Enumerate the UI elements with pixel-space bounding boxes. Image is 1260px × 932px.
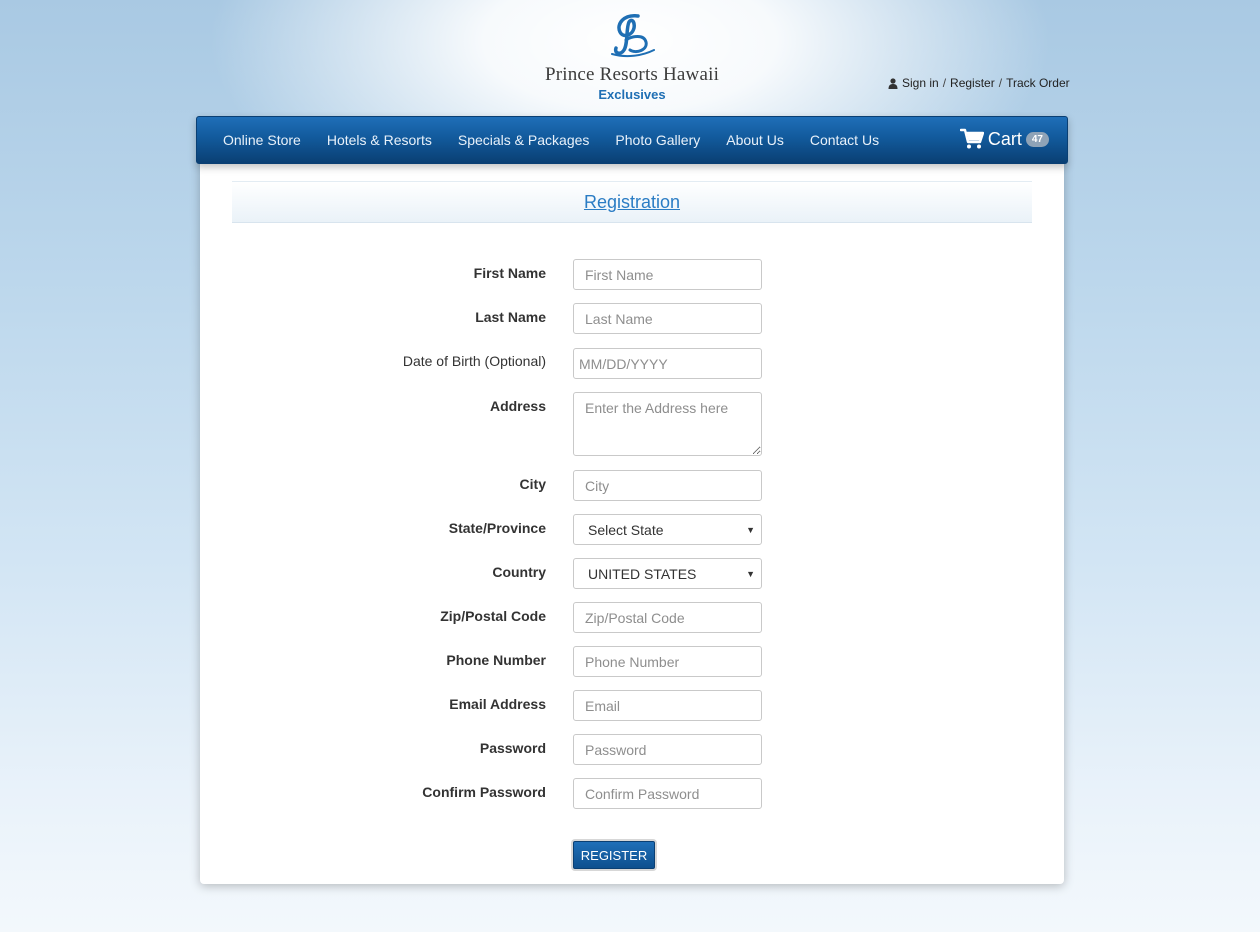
- phone-input[interactable]: [573, 646, 762, 677]
- email-label: Email Address: [449, 696, 546, 712]
- country-select[interactable]: UNITED STATES ▼: [573, 558, 762, 589]
- country-label: Country: [492, 564, 546, 580]
- nav-item-about-us[interactable]: About Us: [726, 132, 784, 148]
- account-separator: /: [998, 76, 1003, 90]
- registration-panel: Registration First Name Last Name Date o…: [200, 160, 1064, 884]
- dob-label: Date of Birth (Optional): [402, 353, 546, 369]
- zip-input[interactable]: [573, 602, 762, 633]
- user-icon: [888, 77, 898, 89]
- dob-input[interactable]: [573, 348, 762, 379]
- account-separator: /: [942, 76, 947, 90]
- city-label: City: [519, 476, 546, 492]
- state-select[interactable]: Select State ▼: [573, 514, 762, 545]
- nav-menu: Online Store Hotels & Resorts Specials &…: [223, 117, 905, 163]
- nav-item-contact-us[interactable]: Contact Us: [810, 132, 879, 148]
- address-label: Address: [489, 398, 546, 414]
- brand-name: Prince Resorts Hawaii: [544, 64, 720, 85]
- state-select-value: Select State: [588, 521, 664, 538]
- page-title-bar: Registration: [232, 181, 1032, 223]
- address-textarea[interactable]: [573, 392, 762, 456]
- register-button[interactable]: REGISTER: [573, 841, 655, 869]
- cart-label: Cart: [987, 128, 1022, 149]
- brand-subtitle: Exclusives: [598, 87, 666, 102]
- chevron-down-icon: ▼: [746, 568, 755, 579]
- page-title[interactable]: Registration: [584, 192, 680, 213]
- track-order-link[interactable]: Track Order: [1006, 76, 1070, 90]
- confirm-password-label: Confirm Password: [422, 784, 546, 800]
- phone-label: Phone Number: [446, 652, 546, 668]
- confirm-password-input[interactable]: [573, 778, 762, 809]
- sign-in-link[interactable]: Sign in: [902, 76, 939, 90]
- nav-item-specials-packages[interactable]: Specials & Packages: [458, 132, 590, 148]
- register-link[interactable]: Register: [950, 76, 995, 90]
- cart-count-badge: 47: [1025, 131, 1049, 147]
- nav-item-photo-gallery[interactable]: Photo Gallery: [615, 132, 700, 148]
- country-select-value: UNITED STATES: [588, 565, 697, 582]
- first-name-input[interactable]: [573, 259, 762, 290]
- account-links: Sign in / Register / Track Order: [888, 76, 1070, 90]
- city-input[interactable]: [573, 470, 762, 501]
- zip-label: Zip/Postal Code: [440, 608, 546, 624]
- last-name-label: Last Name: [475, 309, 546, 325]
- password-label: Password: [479, 740, 546, 756]
- chevron-down-icon: ▼: [746, 524, 755, 535]
- password-input[interactable]: [573, 734, 762, 765]
- first-name-label: First Name: [473, 265, 546, 281]
- last-name-input[interactable]: [573, 303, 762, 334]
- nav-item-hotels-resorts[interactable]: Hotels & Resorts: [327, 132, 432, 148]
- brand-logo[interactable]: Prince Resorts Hawaii Exclusives: [540, 10, 724, 108]
- email-input[interactable]: [573, 690, 762, 721]
- shopping-cart-icon: [959, 128, 984, 149]
- state-label: State/Province: [448, 520, 546, 536]
- main-navbar: Online Store Hotels & Resorts Specials &…: [196, 116, 1068, 164]
- prince-monogram-icon: [611, 14, 655, 58]
- nav-item-online-store[interactable]: Online Store: [223, 132, 301, 148]
- cart-button[interactable]: Cart 47: [959, 128, 1049, 150]
